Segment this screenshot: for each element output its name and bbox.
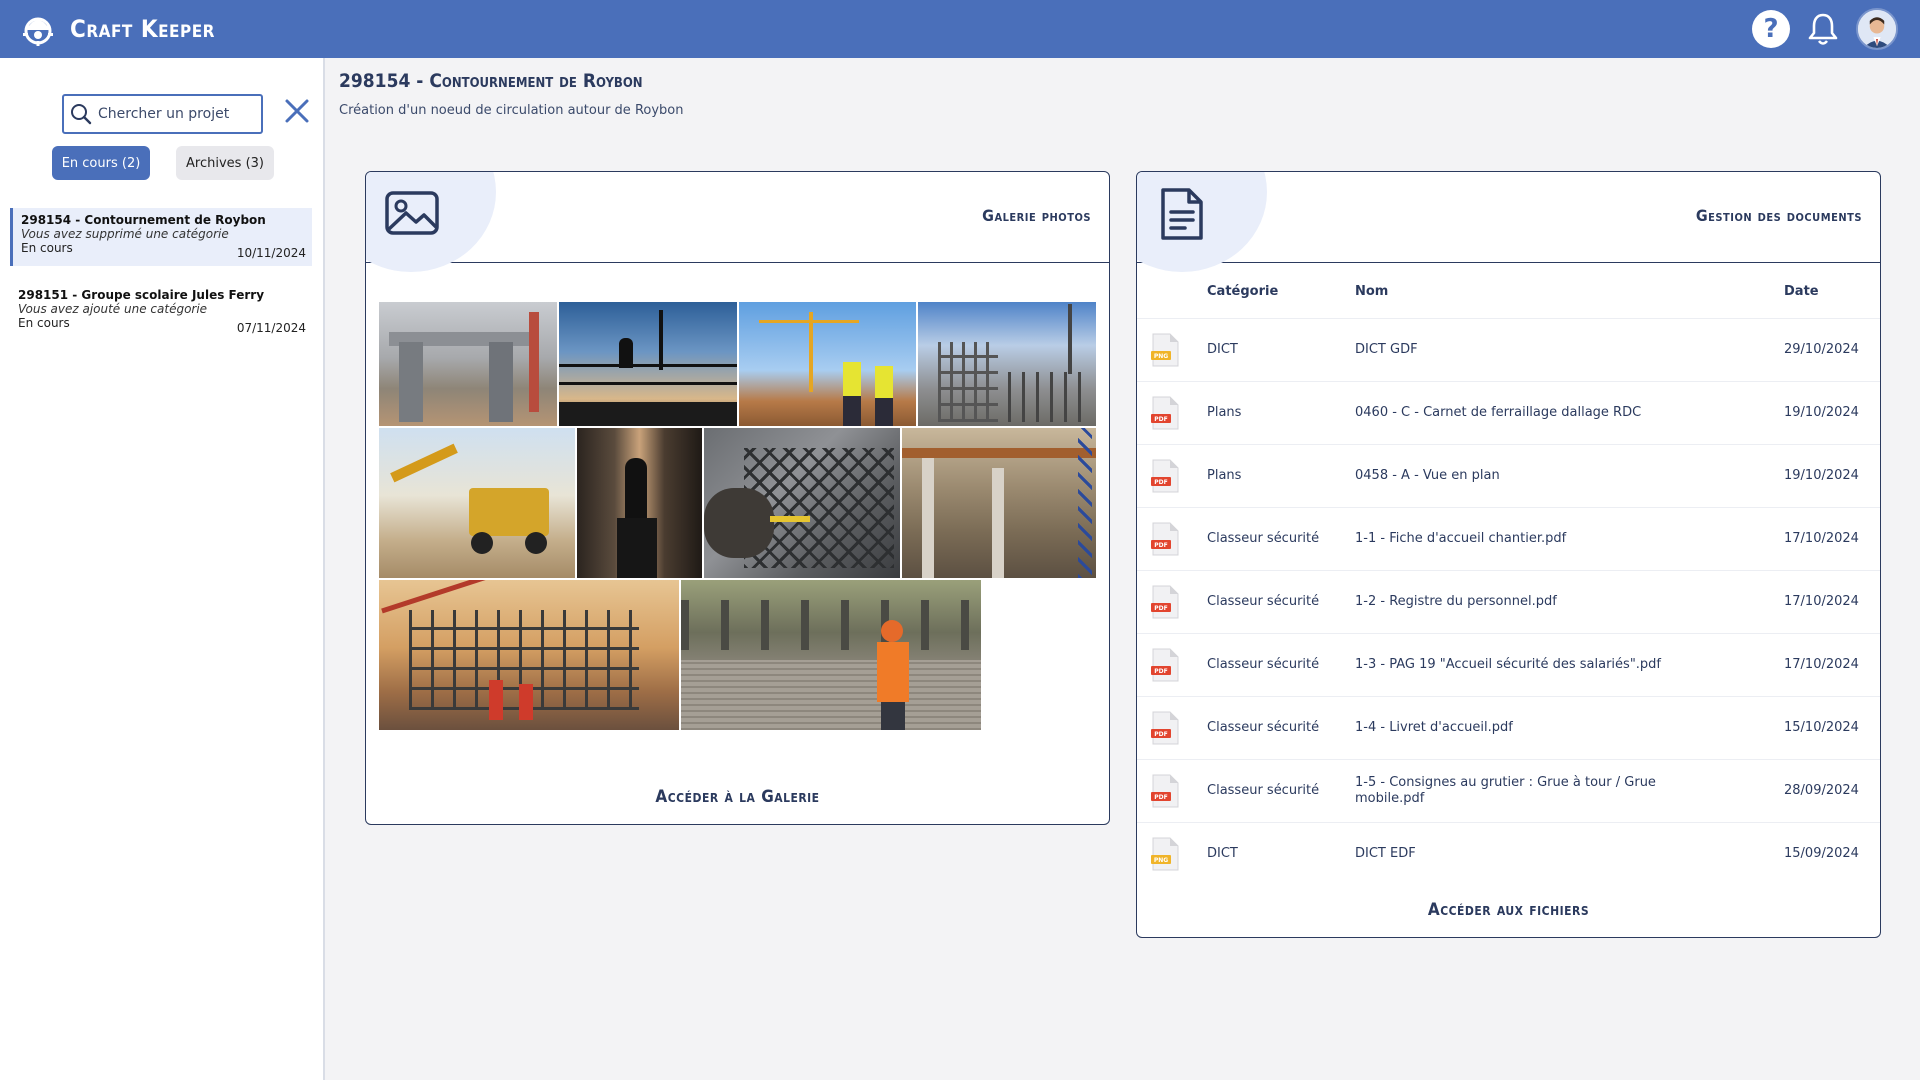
document-name: DICT EDF — [1355, 846, 1416, 861]
gallery-title: Galerie photos — [982, 206, 1091, 225]
pdf-file-icon: PDF — [1151, 522, 1179, 556]
page-title: 298154 - Contournement de Roybon — [339, 70, 643, 92]
gallery-link[interactable]: Accéder à la Galerie — [366, 787, 1109, 807]
close-icon[interactable] — [282, 96, 312, 126]
file-type-label: PDF — [1154, 668, 1167, 675]
file-type-label: PDF — [1154, 479, 1167, 486]
table-row[interactable]: PNG DICT DICT GDF 29/10/2024 — [1137, 318, 1880, 381]
pdf-file-icon: PDF — [1151, 459, 1179, 493]
help-icon[interactable]: ? — [1752, 10, 1790, 48]
document-icon — [1161, 188, 1203, 240]
project-message: Vous avez ajouté une catégorie — [18, 302, 208, 316]
table-row[interactable]: PDF Plans 0460 - C - Carnet de ferraillage… — [1137, 381, 1880, 444]
search-input[interactable] — [98, 106, 258, 122]
top-bar: Craft Keeper ? — [0, 0, 1920, 58]
document-category: Classeur sécurité — [1207, 657, 1320, 672]
bell-icon[interactable] — [1804, 10, 1842, 48]
file-type-label: PDF — [1154, 416, 1167, 423]
table-row[interactable]: PNG DICT DICT EDF 15/09/2024 — [1137, 822, 1880, 885]
project-date: 07/11/2024 — [236, 321, 306, 335]
document-date: 28/09/2024 — [1784, 783, 1859, 798]
column-header-category[interactable]: Catégorie — [1207, 284, 1278, 299]
file-type-label: PNG — [1154, 353, 1168, 360]
gallery-photo[interactable] — [559, 302, 737, 426]
gallery-photo[interactable] — [902, 428, 1096, 578]
pdf-file-icon: PDF — [1151, 774, 1179, 808]
gallery-photo[interactable] — [681, 580, 981, 730]
document-date: 19/10/2024 — [1784, 468, 1859, 483]
document-category: Classeur sécurité — [1207, 720, 1320, 735]
column-header-date[interactable]: Date — [1784, 284, 1819, 299]
project-date: 10/11/2024 — [236, 246, 306, 260]
tab-en-cours[interactable]: En cours (2) — [52, 146, 150, 180]
project-name: 298151 - Groupe scolaire Jules Ferry — [18, 288, 265, 302]
gallery-photo[interactable] — [379, 580, 679, 730]
document-category: Plans — [1207, 468, 1242, 483]
table-row[interactable]: PDF Classeur sécurité 1-4 - Livret d'accue… — [1137, 696, 1880, 759]
gallery-photo[interactable] — [918, 302, 1096, 426]
document-category: Plans — [1207, 405, 1242, 420]
document-category: DICT — [1207, 342, 1238, 357]
document-name: 1-3 - PAG 19 "Accueil sécurité des salar… — [1355, 657, 1662, 672]
search-icon — [71, 104, 92, 125]
documents-link[interactable]: Accéder aux fichiers — [1137, 900, 1880, 920]
document-name: DICT GDF — [1355, 342, 1418, 357]
gallery-photo[interactable] — [704, 428, 900, 578]
document-date: 19/10/2024 — [1784, 405, 1859, 420]
file-type-label: PNG — [1154, 857, 1168, 864]
file-type-label: PDF — [1154, 794, 1167, 801]
pdf-file-icon: PDF — [1151, 585, 1179, 619]
document-date: 17/10/2024 — [1784, 594, 1859, 609]
document-name: 0458 - A - Vue en plan — [1355, 468, 1500, 483]
pdf-file-icon: PDF — [1151, 396, 1179, 430]
document-category: DICT — [1207, 846, 1238, 861]
document-date: 17/10/2024 — [1784, 531, 1859, 546]
png-file-icon: PNG — [1151, 333, 1179, 367]
user-avatar[interactable] — [1856, 8, 1898, 50]
file-type-label: PDF — [1154, 731, 1167, 738]
project-item-298151[interactable]: 298151 - Groupe scolaire Jules Ferry Vou… — [10, 283, 312, 341]
image-icon — [385, 191, 439, 235]
document-date: 15/10/2024 — [1784, 720, 1859, 735]
project-item-298154[interactable]: 298154 - Contournement de Roybon Vous av… — [10, 208, 312, 266]
document-date: 29/10/2024 — [1784, 342, 1859, 357]
page-subtitle: Création d'un noeud de circulation autou… — [339, 103, 684, 118]
document-name: 1-1 - Fiche d'accueil chantier.pdf — [1355, 531, 1567, 546]
table-row[interactable]: PDF Classeur sécurité 1-5 - Consignes au g… — [1137, 759, 1880, 822]
file-type-label: PDF — [1154, 605, 1167, 612]
tab-archives[interactable]: Archives (3) — [176, 146, 274, 180]
document-date: 15/09/2024 — [1784, 846, 1859, 861]
documents-title: Gestion des documents — [1695, 206, 1862, 225]
document-name: 1-4 - Livret d'accueil.pdf — [1355, 720, 1513, 735]
column-header-name[interactable]: Nom — [1355, 284, 1388, 299]
project-sidebar: En cours (2) Archives (3) 298154 - Conto… — [0, 58, 325, 1080]
table-row[interactable]: PDF Classeur sécurité 1-1 - Fiche d'accuei… — [1137, 507, 1880, 570]
gallery-photo[interactable] — [577, 428, 702, 578]
file-type-label: PDF — [1154, 542, 1167, 549]
document-name: 1-5 - Consignes au grutier : Grue à tour… — [1355, 775, 1656, 806]
gallery-card: Galerie photos Accéder à la Galerie — [365, 171, 1110, 825]
search-box[interactable] — [62, 94, 263, 134]
pdf-file-icon: PDF — [1151, 648, 1179, 682]
document-name: 0460 - C - Carnet de ferraillage dallage… — [1355, 405, 1642, 420]
app-logo[interactable]: Craft Keeper — [20, 11, 215, 47]
table-row[interactable]: PDF Classeur sécurité 1-3 - PAG 19 "Accuei… — [1137, 633, 1880, 696]
document-category: Classeur sécurité — [1207, 531, 1320, 546]
gallery-photo[interactable] — [379, 428, 575, 578]
document-category: Classeur sécurité — [1207, 594, 1320, 609]
project-message: Vous avez supprimé une catégorie — [21, 227, 229, 241]
documents-card: Gestion des documents Catégorie Nom Date… — [1136, 171, 1881, 938]
table-row[interactable]: PDF Plans 0458 - A - Vue en plan 19/10/2024 — [1137, 444, 1880, 507]
table-row[interactable]: PDF Classeur sécurité 1-2 - Registre du pe… — [1137, 570, 1880, 633]
document-name: 1-2 - Registre du personnel.pdf — [1355, 594, 1557, 609]
png-file-icon: PNG — [1151, 837, 1179, 871]
helmet-gear-icon — [23, 17, 53, 46]
app-title: Craft Keeper — [70, 15, 215, 43]
gallery-photo[interactable] — [379, 302, 557, 426]
pdf-file-icon: PDF — [1151, 711, 1179, 745]
document-category: Classeur sécurité — [1207, 783, 1320, 798]
gallery-photo[interactable] — [739, 302, 916, 426]
project-name: 298154 - Contournement de Roybon — [21, 213, 266, 227]
document-date: 17/10/2024 — [1784, 657, 1859, 672]
